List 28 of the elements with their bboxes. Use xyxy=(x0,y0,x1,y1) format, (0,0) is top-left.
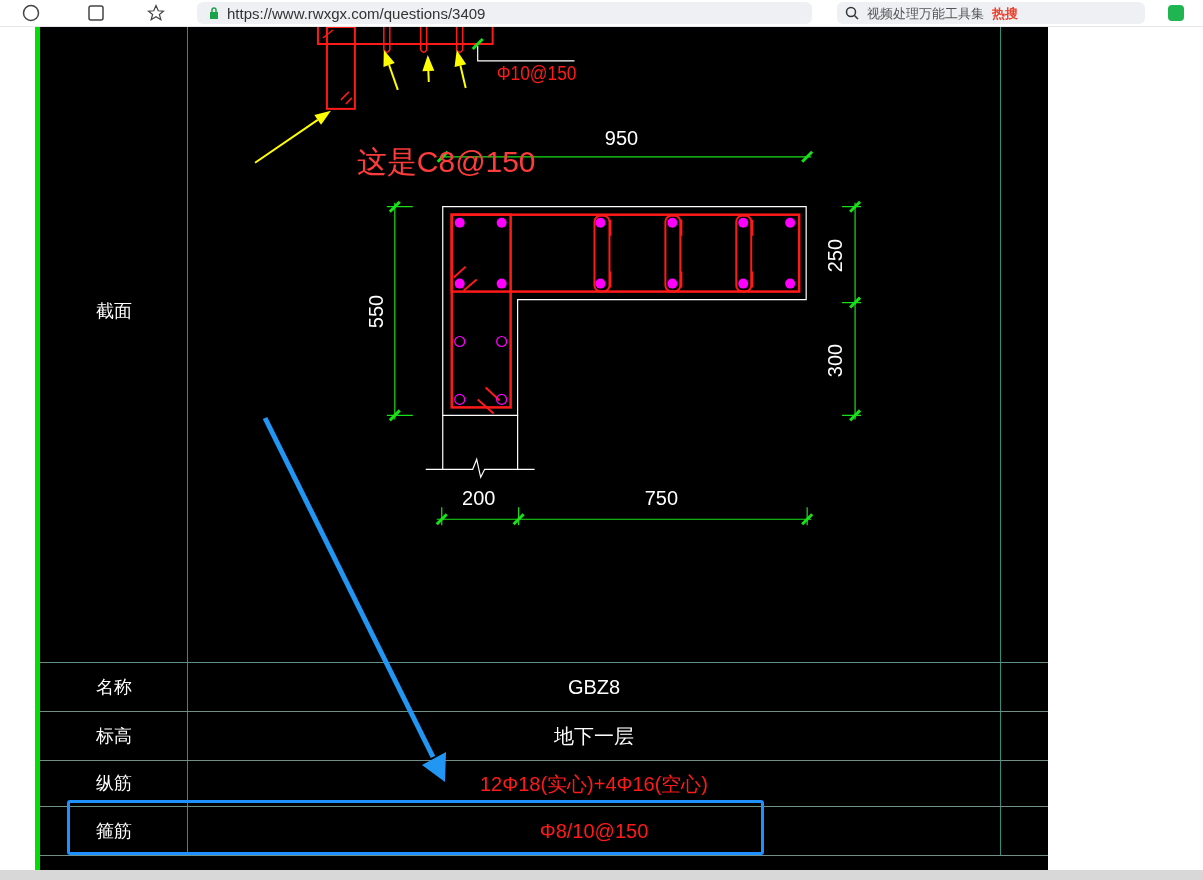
row-label: 纵筋 xyxy=(95,772,132,795)
rebar-label: Φ10@150 xyxy=(496,61,589,84)
row-label: 标高 xyxy=(95,724,132,748)
search-icon xyxy=(845,6,859,20)
hot-search-tag: 热搜 xyxy=(992,6,1018,20)
dimension-label: 750 xyxy=(644,487,679,510)
pointer-arrow xyxy=(454,49,467,89)
pointer-arrow xyxy=(422,54,435,83)
pointer-arrow xyxy=(383,49,399,91)
dimension-label: 300 xyxy=(824,343,847,378)
star-icon[interactable] xyxy=(147,4,165,22)
row-value: Φ8/10@150 xyxy=(539,819,649,844)
dimension-label: 550 xyxy=(365,294,388,329)
row-label: 名称 xyxy=(95,675,132,699)
row-label: 箍筋 xyxy=(95,819,132,843)
row-label: 截面 xyxy=(95,300,132,323)
dimension-label: 200 xyxy=(462,487,496,510)
app-icon[interactable] xyxy=(1167,4,1185,22)
row-value: 12Φ18(实心)+4Φ16(空心) xyxy=(479,771,709,797)
search-field[interactable]: 视频处理万能工具集 热搜 xyxy=(837,2,1145,24)
row-value: 地下一层 xyxy=(554,724,634,749)
dimension-label: 950 xyxy=(604,126,639,149)
lock-icon xyxy=(209,7,219,19)
address-field[interactable]: https://www.rwxgx.com/questions/3409 xyxy=(197,2,812,24)
square-icon[interactable] xyxy=(87,4,105,22)
circle-icon[interactable] xyxy=(22,4,40,22)
dimension-label: 250 xyxy=(824,239,847,273)
row-value: GBZ8 xyxy=(567,675,621,700)
